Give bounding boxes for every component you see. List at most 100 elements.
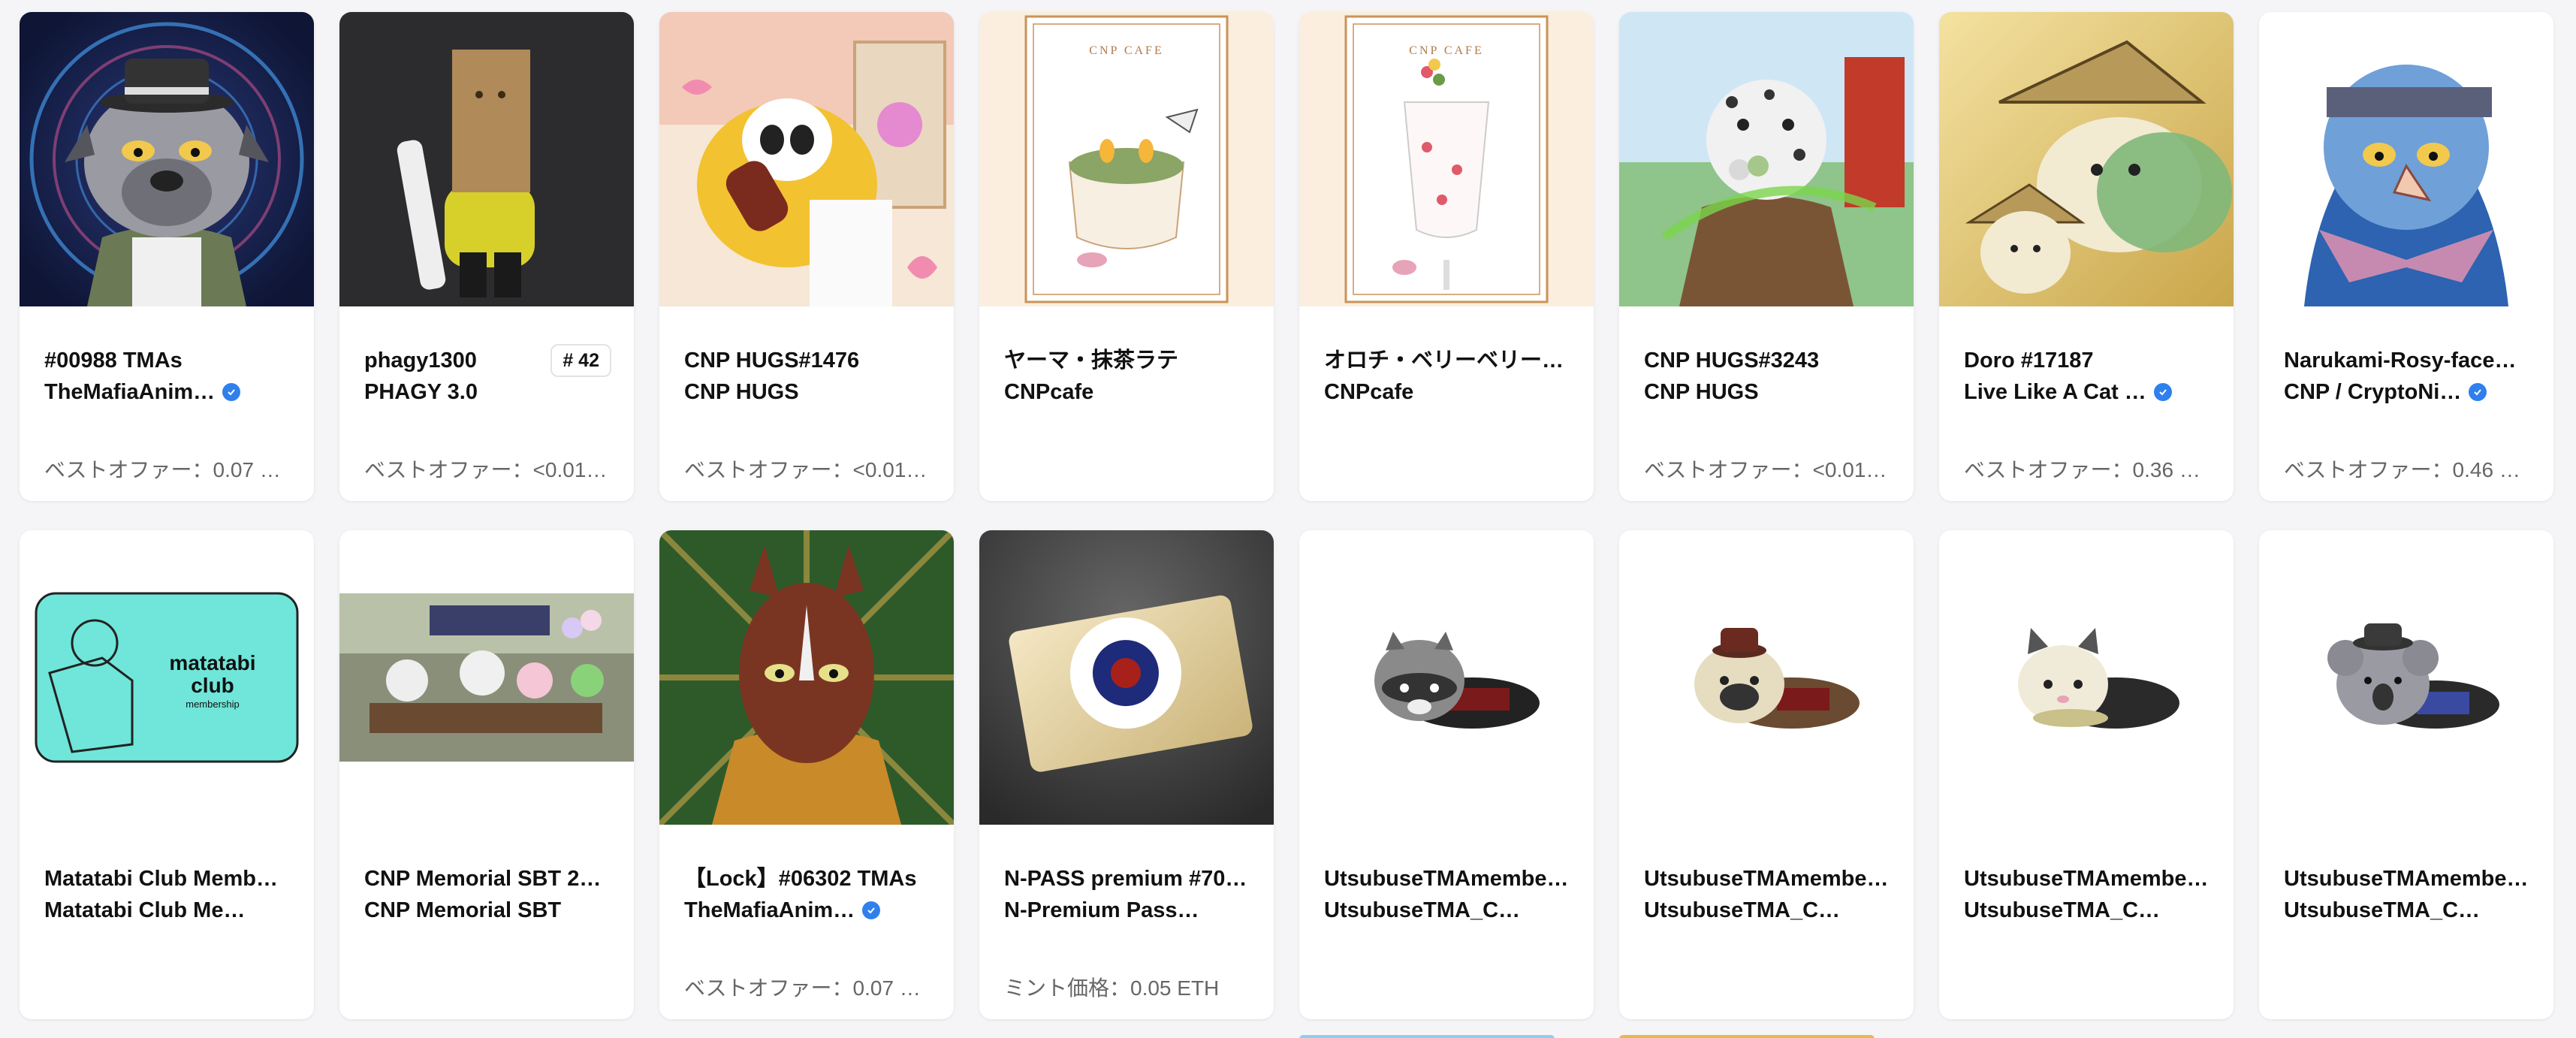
nft-image-matcha-latte[interactable]: CNP CAFE (979, 12, 1274, 306)
card-label: CNP CAFE (1089, 44, 1163, 57)
nft-title[interactable]: UtsubuseTMAmember… (1644, 864, 1889, 893)
collection-name[interactable]: PHAGY 3.0 (364, 378, 478, 406)
collection-name[interactable]: UtsubuseTMA_Co… (2284, 896, 2487, 925)
nft-collection[interactable]: CNPcafe (1324, 378, 1569, 406)
nft-image-box-head[interactable] (339, 12, 634, 306)
nft-card[interactable]: UtsubuseTMAmember… UtsubuseTMA_Co… (1619, 530, 1914, 1019)
nft-collection[interactable]: N-Premium Passp… (1004, 896, 1249, 925)
collection-name[interactable]: CNPcafe (1004, 378, 1093, 406)
nft-card[interactable]: UtsubuseTMAmember… UtsubuseTMA_Co… (1939, 530, 2234, 1019)
nft-title[interactable]: Doro #17187 (1964, 346, 2209, 375)
nft-title[interactable]: Narukami-Rosy-faced … (2284, 346, 2529, 375)
logo-text-2: club (191, 674, 234, 697)
nft-image-cat-lying[interactable] (1939, 530, 2234, 825)
collection-name[interactable]: Matatabi Club Me… (44, 896, 245, 925)
nft-card[interactable]: UtsubuseTMAmember… UtsubuseTMA_Co… (2259, 530, 2553, 1019)
nft-card-info: N-PASS premium #70… N-Premium Passp… ミント… (979, 825, 1274, 1019)
nft-title[interactable]: ヤーマ・抹茶ラテ (1004, 346, 1249, 375)
verified-icon (222, 383, 241, 401)
best-offer: ベストオファー：0.46 … (2284, 458, 2520, 481)
nft-title[interactable]: UtsubuseTMAmember… (1964, 864, 2209, 893)
nft-card-info: ヤーマ・抹茶ラテ CNPcafe (979, 306, 1274, 501)
nft-collection[interactable]: TheMafiaAnim… (684, 896, 929, 925)
nft-image-berry-parfait[interactable]: CNP CAFE (1299, 12, 1594, 306)
nft-title[interactable]: 【Lock】#06302 TMAs (684, 864, 929, 893)
nft-title[interactable]: UtsubuseTMAmember… (2284, 864, 2529, 893)
nft-collection[interactable]: Live Like A Cat … (1964, 378, 2209, 406)
collection-name[interactable]: CNPcafe (1324, 378, 1413, 406)
collection-name[interactable]: CNP HUGS (1644, 378, 1759, 406)
nft-card[interactable]: matatabi club membership Matatabi Club M… (20, 530, 314, 1019)
nft-collection[interactable]: CNP HUGS (684, 378, 929, 406)
nft-collection[interactable]: UtsubuseTMA_Co… (1964, 896, 2209, 925)
nft-card[interactable]: CNP HUGS#1476 CNP HUGS ベストオファー：<0.01 … (659, 12, 954, 501)
nft-collection[interactable]: CNP HUGS (1644, 378, 1889, 406)
nft-title[interactable]: #00988 TMAs (44, 346, 289, 375)
nft-collection[interactable]: UtsubuseTMA_Co… (1324, 896, 1569, 925)
nft-card[interactable]: #00988 TMAs TheMafiaAnim… ベストオファー：0.07 … (20, 12, 314, 501)
nft-title[interactable]: N-PASS premium #70… (1004, 864, 1249, 893)
nft-collection[interactable]: Matatabi Club Me… (44, 896, 289, 925)
nft-image-npass[interactable] (979, 530, 1274, 825)
nft-title[interactable]: CNP Memorial SBT 20… (364, 864, 609, 893)
nft-image-horse-hoodie[interactable] (659, 530, 954, 825)
nft-collection[interactable]: TheMafiaAnim… (44, 378, 289, 406)
collection-name[interactable]: UtsubuseTMA_Co… (1964, 896, 2167, 925)
nft-title[interactable]: CNP HUGS#3243 (1644, 346, 1889, 375)
nft-image-raccoon-lying[interactable] (1299, 530, 1594, 825)
nft-image-matatabi-club[interactable]: matatabi club membership (20, 530, 314, 825)
nft-card[interactable]: UtsubuseTMAmember… UtsubuseTMA_Co… (1299, 530, 1594, 1019)
best-offer: ベストオファー：0.07 … (684, 976, 921, 1000)
nft-card[interactable]: Doro #17187 Live Like A Cat … ベストオファー：0.… (1939, 12, 2234, 501)
collection-name[interactable]: CNP Memorial SBT (364, 896, 561, 925)
verified-icon (862, 901, 881, 919)
nft-card-info: Matatabi Club Membe… Matatabi Club Me… (20, 825, 314, 1019)
nft-collection[interactable]: CNPcafe (1004, 378, 1249, 406)
nft-card-info: オロチ・ベリーベリー… CNPcafe (1299, 306, 1594, 501)
collection-name[interactable]: UtsubuseTMA_Co… (1324, 896, 1527, 925)
nft-collection[interactable]: PHAGY 3.0 (364, 378, 609, 406)
nft-card-info: CNP HUGS#1476 CNP HUGS ベストオファー：<0.01 … (659, 306, 954, 501)
collection-name[interactable]: TheMafiaAnim… (44, 378, 215, 406)
nft-image-memorial-party[interactable] (339, 530, 634, 825)
nft-image-pug-mafia[interactable] (20, 12, 314, 306)
collection-name[interactable]: UtsubuseTMA_Co… (1644, 896, 1847, 925)
nft-title[interactable]: Matatabi Club Membe… (44, 864, 289, 893)
nft-card[interactable]: CNP Memorial SBT 20… CNP Memorial SBT (339, 530, 634, 1019)
nft-collection[interactable]: CNP / CryptoNi… (2284, 378, 2529, 406)
nft-grid: #00988 TMAs TheMafiaAnim… ベストオファー：0.07 …… (20, 12, 2558, 1038)
nft-card[interactable]: CNP HUGS#3243 CNP HUGS ベストオファー：<0.01 … (1619, 12, 1914, 501)
mint-price: ミント価格：0.05 ETH (1004, 976, 1220, 1000)
nft-collection[interactable]: UtsubuseTMA_Co… (1644, 896, 1889, 925)
nft-title[interactable]: オロチ・ベリーベリー… (1324, 346, 1569, 375)
nft-image-ninja-parrot[interactable] (2259, 12, 2553, 306)
nft-card[interactable]: Narukami-Rosy-faced … CNP / CryptoNi… ベス… (2259, 12, 2553, 501)
nft-card-info: UtsubuseTMAmember… UtsubuseTMA_Co… (1939, 825, 2234, 1019)
nft-image-leopard-ninja[interactable] (1619, 12, 1914, 306)
nft-collection[interactable]: UtsubuseTMA_Co… (2284, 896, 2529, 925)
best-offer: ベストオファー：<0.01 … (364, 458, 609, 481)
collection-name[interactable]: TheMafiaAnim… (684, 896, 855, 925)
nft-image-koala-lying[interactable] (2259, 530, 2553, 825)
nft-image-pug-lying[interactable] (1619, 530, 1914, 825)
nft-title[interactable]: UtsubuseTMAmember… (1324, 864, 1569, 893)
nft-card[interactable]: 【Lock】#06302 TMAs TheMafiaAnim… ベストオファー：… (659, 530, 954, 1019)
nft-title[interactable]: phagy1300 (364, 346, 537, 375)
collection-name[interactable]: Live Like A Cat … (1964, 378, 2146, 406)
nft-card[interactable]: phagy1300 # 42 PHAGY 3.0 ベストオファー：<0.01 … (339, 12, 634, 501)
nft-card-info: UtsubuseTMAmember… UtsubuseTMA_Co… (1619, 825, 1914, 1019)
collection-name[interactable]: N-Premium Passp… (1004, 896, 1207, 925)
verified-icon (2153, 383, 2172, 401)
nft-image-cats-straw-hat[interactable] (1939, 12, 2234, 306)
collection-name[interactable]: CNP HUGS (684, 378, 799, 406)
nft-card[interactable]: N-PASS premium #70… N-Premium Passp… ミント… (979, 530, 1274, 1019)
nft-title[interactable]: CNP HUGS#1476 (684, 346, 929, 375)
nft-card-info: #00988 TMAs TheMafiaAnim… ベストオファー：0.07 … (20, 306, 314, 501)
nft-card[interactable]: CNP CAFE ヤーマ・抹茶ラテ CNPcafe (979, 12, 1274, 501)
nft-collection[interactable]: CNP Memorial SBT (364, 896, 609, 925)
nft-image-panda-hug[interactable] (659, 12, 954, 306)
nft-card[interactable]: CNP CAFE オロチ・ベリーベリー… CNPcafe (1299, 12, 1594, 501)
logo-sub: membership (186, 699, 240, 710)
nft-card-info: 【Lock】#06302 TMAs TheMafiaAnim… ベストオファー：… (659, 825, 954, 1019)
collection-name[interactable]: CNP / CryptoNi… (2284, 378, 2461, 406)
